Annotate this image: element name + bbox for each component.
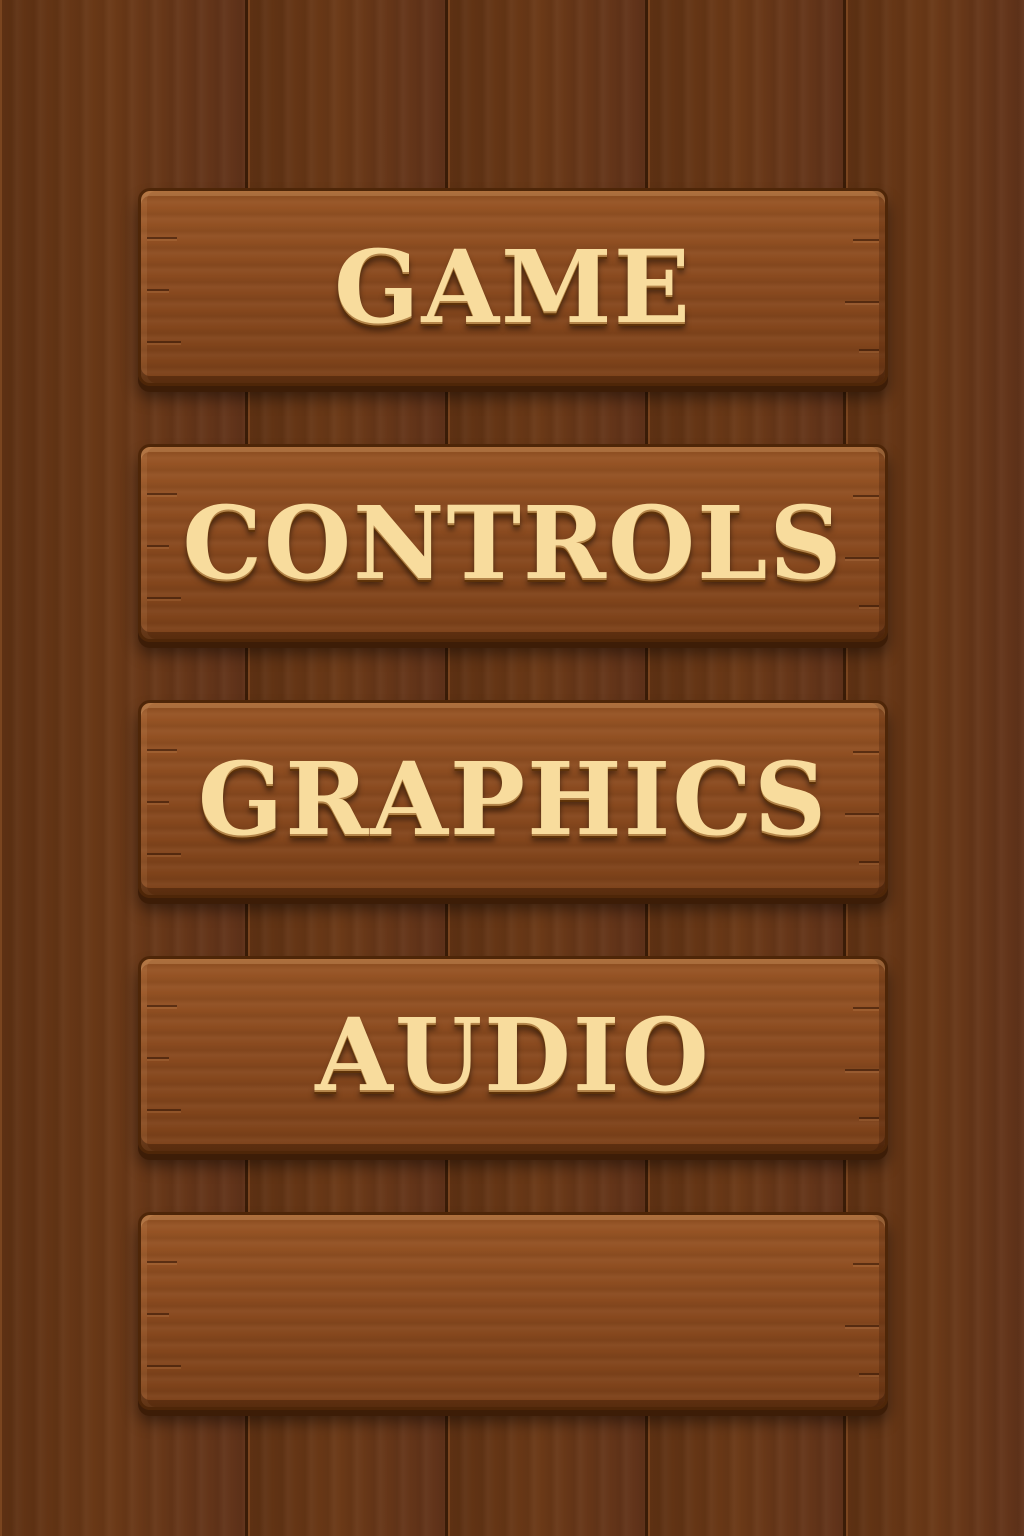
settings-menu: GAME CONTROLS GRAPHICS AUDIO: [138, 188, 888, 1468]
wood-crack: [859, 1117, 879, 1119]
controls-button[interactable]: CONTROLS: [138, 444, 888, 642]
wood-crack: [147, 1261, 177, 1263]
wood-crack: [845, 1325, 879, 1327]
wood-crack: [845, 301, 879, 303]
wood-crack: [147, 597, 181, 599]
wood-crack: [147, 1057, 169, 1059]
game-button[interactable]: GAME: [138, 188, 888, 386]
wood-crack: [147, 237, 177, 239]
wood-crack: [147, 1365, 181, 1367]
wood-crack: [853, 239, 879, 241]
wood-crack: [845, 1069, 879, 1071]
wood-crack: [853, 1007, 879, 1009]
wood-crack: [845, 813, 879, 815]
wood-crack: [147, 853, 181, 855]
wood-crack: [859, 349, 879, 351]
wood-crack: [147, 1109, 181, 1111]
blank-button[interactable]: [138, 1212, 888, 1410]
graphics-button-label: GRAPHICS: [197, 740, 829, 858]
wood-crack: [147, 289, 169, 291]
wood-crack: [859, 605, 879, 607]
wood-crack: [853, 1263, 879, 1265]
audio-button-label: AUDIO: [315, 996, 711, 1114]
wood-crack: [147, 1005, 177, 1007]
controls-button-label: CONTROLS: [182, 484, 844, 602]
wood-crack: [147, 801, 169, 803]
wood-crack: [853, 751, 879, 753]
wood-crack: [147, 749, 177, 751]
wood-crack: [147, 545, 169, 547]
wood-crack: [859, 1373, 879, 1375]
wood-crack: [147, 341, 181, 343]
wood-crack: [853, 495, 879, 497]
wood-crack: [147, 493, 177, 495]
wood-crack: [845, 557, 879, 559]
game-button-label: GAME: [334, 228, 692, 346]
graphics-button[interactable]: GRAPHICS: [138, 700, 888, 898]
audio-button[interactable]: AUDIO: [138, 956, 888, 1154]
wood-crack: [147, 1313, 169, 1315]
wood-crack: [859, 861, 879, 863]
